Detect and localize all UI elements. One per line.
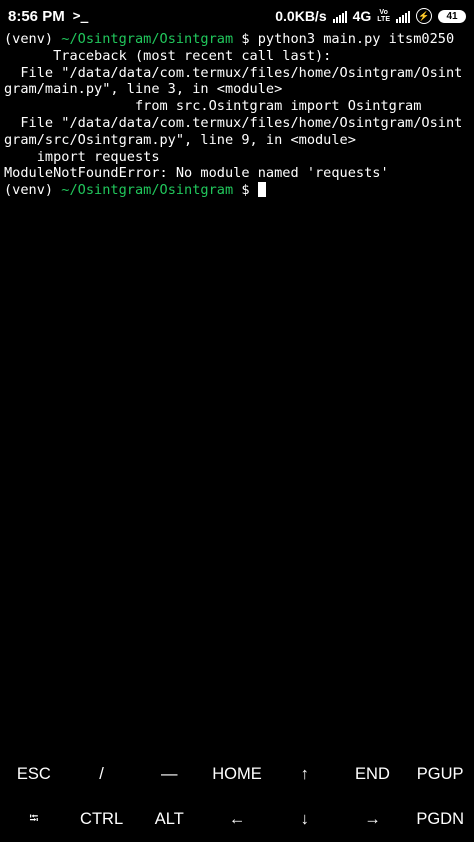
terminal-output[interactable]: (venv) ~/Osintgram/Osintgram $ python3 m… xyxy=(4,31,474,199)
key-up-arrow-icon[interactable]: ↑ xyxy=(271,752,339,797)
terminal-line: (venv) ~/Osintgram/Osintgram $ xyxy=(4,182,474,199)
terminal-text: gram/src/Osintgram.py", line 9, in <modu… xyxy=(4,131,356,148)
terminal-text: File "/data/data/com.termux/files/home/O… xyxy=(4,64,463,81)
terminal-text: import requests xyxy=(4,148,160,165)
terminal-text: (venv) xyxy=(4,182,62,199)
clock: 8:56 PM xyxy=(8,7,65,25)
terminal-line: gram/main.py", line 3, in <module> xyxy=(4,81,474,98)
key-right-arrow-icon[interactable]: → xyxy=(339,797,407,842)
status-bar-right: 0.0KB/s 4G Vo LTE ⚡ 41 xyxy=(275,6,466,26)
signal-icon xyxy=(332,10,347,23)
key-tab-icon[interactable]: ⭾ xyxy=(0,797,68,842)
terminal-text: ModuleNotFoundError: No module named 're… xyxy=(4,165,389,182)
network-type: 4G xyxy=(352,8,372,24)
key-ctrl[interactable]: CTRL xyxy=(68,797,136,842)
terminal-line: ModuleNotFoundError: No module named 're… xyxy=(4,165,474,182)
key-left-arrow-icon[interactable]: ← xyxy=(203,797,271,842)
key-end[interactable]: END xyxy=(339,752,407,797)
terminal-text: from src.Osintgram import Osintgram xyxy=(4,98,422,115)
battery-icon: 41 xyxy=(438,9,466,23)
key-pgdn[interactable]: PGDN xyxy=(406,797,474,842)
key-home[interactable]: HOME xyxy=(203,752,271,797)
terminal-text: gram/main.py", line 3, in <module> xyxy=(4,81,283,98)
key-alt[interactable]: ALT xyxy=(135,797,203,842)
terminal-line: (venv) ~/Osintgram/Osintgram $ python3 m… xyxy=(4,31,474,48)
key-dash[interactable]: — xyxy=(135,752,203,797)
signal-icon-2 xyxy=(396,10,410,23)
volte-icon: Vo LTE xyxy=(377,9,390,23)
terminal-text: Traceback (most recent call last): xyxy=(4,47,332,64)
terminal-text: $ python3 main.py itsm0250 xyxy=(233,31,455,47)
terminal-line: File "/data/data/com.termux/files/home/O… xyxy=(4,115,474,132)
key-slash[interactable]: / xyxy=(68,752,136,797)
termux-icon: >_ xyxy=(72,8,89,24)
network-speed: 0.0KB/s xyxy=(275,8,327,24)
status-bar: 8:56 PM >_ 0.0KB/s 4G Vo LTE ⚡ 41 xyxy=(0,0,474,30)
status-bar-left: 8:56 PM >_ xyxy=(8,6,88,26)
key-down-arrow-icon[interactable]: ↓ xyxy=(271,797,339,842)
prompt-path: ~/Osintgram/Osintgram xyxy=(61,182,234,199)
terminal-line: gram/src/Osintgram.py", line 9, in <modu… xyxy=(4,132,474,149)
terminal-line: from src.Osintgram import Osintgram xyxy=(4,98,474,115)
terminal-cursor xyxy=(257,182,266,198)
key-pgup[interactable]: PGUP xyxy=(406,752,474,797)
key-esc[interactable]: ESC xyxy=(0,752,68,797)
prompt-path: ~/Osintgram/Osintgram xyxy=(61,31,234,47)
terminal-line: import requests xyxy=(4,149,474,166)
terminal-text: File "/data/data/com.termux/files/home/O… xyxy=(4,114,463,131)
extra-keys-row-2: ⭾ CTRL ALT ← ↓ → PGDN xyxy=(0,797,474,842)
extra-keys-bar: ESC / — HOME ↑ END PGUP ⭾ CTRL ALT ← ↓ →… xyxy=(0,752,474,842)
terminal-line: File "/data/data/com.termux/files/home/O… xyxy=(4,65,474,82)
extra-keys-row-1: ESC / — HOME ↑ END PGUP xyxy=(0,752,474,797)
charging-icon: ⚡ xyxy=(416,8,432,24)
terminal-text: $ xyxy=(233,182,258,199)
terminal-line: Traceback (most recent call last): xyxy=(4,48,474,65)
terminal-text: (venv) xyxy=(4,31,62,47)
